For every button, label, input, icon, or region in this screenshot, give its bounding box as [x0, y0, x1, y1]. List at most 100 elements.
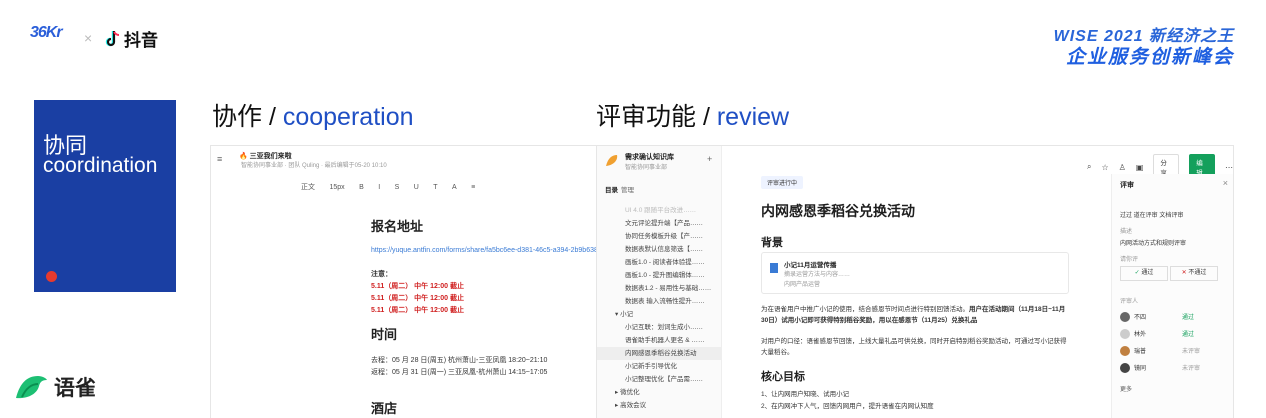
desc-text: 内网活动方式和规则评审	[1120, 241, 1187, 247]
toolbar-underline[interactable]: U	[414, 184, 419, 191]
review-status-tag: 评审进行中	[761, 176, 804, 189]
tree-item[interactable]: 小记新手引导优化	[597, 360, 721, 373]
reviewer-row: 瑞普 未评审	[1120, 342, 1226, 359]
toolbar-font-color[interactable]: T	[433, 184, 437, 191]
tree-item[interactable]: UI 4.0 跟随平台改进……	[597, 204, 721, 217]
user-icon[interactable]: ♙	[1119, 163, 1126, 172]
kb-bird-icon	[605, 153, 619, 167]
pass-button[interactable]: ✓ 通过	[1120, 266, 1168, 281]
tree-item[interactable]: 协同任务模板升级【产……	[597, 230, 721, 243]
kb-sidebar: 需求确认知识库 智能协同事业部 + 目录 管理 UI 4.0 跟随平台改进…… …	[597, 146, 722, 418]
tree-item[interactable]: 文元评论提升端【产品……	[597, 217, 721, 230]
desc-label: 描述	[1120, 229, 1133, 235]
tree-folder[interactable]: ▸ 高效会议	[597, 399, 721, 412]
tree-item[interactable]: 小记整理优化【产品需……	[597, 373, 721, 386]
toolbar-italic[interactable]: I	[378, 184, 380, 191]
reviewer-row: 林外 通过	[1120, 325, 1226, 342]
reviewer-list: 不四 通过 林外 通过 瑞普 未评审 镜同 未评审	[1120, 308, 1226, 376]
tree-item[interactable]: 画板1.0 - 提升图编辑体……	[597, 269, 721, 282]
reviewers-label: 评审人	[1120, 299, 1139, 305]
card-sub: 内网产品运营	[784, 282, 821, 288]
section-title-cooperation: 协作 / cooperation	[212, 97, 414, 133]
wise-subtitle: 企业服务创新峰会	[1065, 47, 1234, 68]
36kr-logo: 36Kr	[30, 24, 63, 41]
review-panel: 评审 × 过过 道在评审 文档评审 描述 内网活动方式和规则评审 请你评 ✓ 通…	[1111, 174, 1233, 418]
card-title: 小记11月运营传播	[784, 262, 837, 269]
editor-screenshot: ≡ 🔥 三亚我们来啦 智能协同事业部 · 团队 Quling · 最后编辑于05…	[211, 146, 601, 418]
deadline-line: 5.11（周二） 中午 12:00 截止	[371, 295, 464, 302]
tree-item-selected[interactable]: 内网感恩季稻谷兑换活动	[597, 347, 721, 360]
avatar	[1120, 345, 1130, 356]
doc-heading-time: 时间	[371, 327, 398, 342]
reviewer-row: 镜同 未评审	[1120, 359, 1226, 376]
douyin-logo: 抖音	[104, 26, 158, 51]
heading-background: 背景	[761, 237, 783, 249]
star-icon[interactable]: ☆	[1101, 163, 1108, 172]
tree-folder[interactable]: ▸ 微优化	[597, 386, 721, 399]
toolbar-bold[interactable]: B	[359, 184, 364, 191]
doc-title: 内网感恩季稻谷兑换活动	[761, 203, 915, 219]
avatar	[1120, 362, 1130, 373]
kb-title[interactable]: 需求确认知识库	[625, 152, 674, 162]
tab-manage[interactable]: 管理	[621, 184, 634, 194]
avatar	[1120, 328, 1130, 339]
section-title-cn: 评审功能 /	[596, 103, 717, 131]
note-label: 注意：	[371, 271, 392, 278]
goal-2: 2、在内网冲下人气，回馈内网用户，提升语雀在内网认知度	[761, 403, 934, 410]
editor-toolbar: 正文 15px B I S U T A ≡	[301, 176, 485, 194]
doc-icon	[770, 263, 778, 273]
more-link[interactable]: 更多	[1120, 384, 1132, 393]
doc-heading-signup: 报名地址	[371, 219, 424, 234]
kb-tree: UI 4.0 跟随平台改进…… 文元评论提升端【产品…… 协同任务模板升级【产……	[597, 204, 721, 412]
doc-heading-hotel: 酒店	[371, 401, 398, 416]
trip-return: 返程：05 月 31 日(周一) 三亚凤凰-杭州萧山 14:15~17:05	[371, 369, 548, 376]
douyin-icon	[105, 30, 120, 46]
toolbar-size[interactable]: 15px	[329, 184, 344, 191]
paragraph-2: 对用户的口径：语雀感恩节回馈，上线大量礼品可供兑换，同时开启特别稻谷奖励活动，可…	[761, 338, 1067, 356]
tree-folder[interactable]: ▾ 小记	[597, 308, 721, 321]
bookmark-icon[interactable]: ▣	[1136, 163, 1144, 172]
more-icon[interactable]: ⋯	[1225, 163, 1233, 172]
tree-item[interactable]: 小记互联：划词生成小……	[597, 321, 721, 334]
avatar	[1120, 311, 1130, 322]
card-desc: 摘录运营方法与内容……	[784, 272, 851, 278]
kb-subtitle: 智能协同事业部	[625, 165, 668, 171]
section-title-cn: 协作 /	[212, 103, 283, 131]
section-title-en: review	[716, 103, 790, 131]
card-dot	[46, 271, 57, 282]
menu-icon[interactable]: ≡	[217, 154, 222, 164]
toolbar-strike[interactable]: S	[395, 184, 400, 191]
yuque-bird-icon	[16, 376, 47, 399]
review-panel-title: 评审	[1120, 182, 1134, 189]
deadline-line: 5.11（周二） 中午 12:00 截止	[371, 283, 464, 290]
deadline-line: 5.11（周二） 中午 12:00 截止	[371, 307, 464, 314]
yuque-logo: 语雀	[14, 372, 96, 402]
tree-item[interactable]: 画板1.0 - 阅读者体验提……	[597, 256, 721, 269]
add-icon[interactable]: +	[707, 154, 712, 164]
doc-subtitle: 智能协同事业部 · 团队 Quling · 最后编辑于05-20 10:10	[241, 163, 387, 169]
tree-item[interactable]: 语雀助手机器人更名 & ……	[597, 334, 721, 347]
signup-link[interactable]: https://yuque.antfin.com/forms/share/fa5…	[371, 247, 598, 254]
tree-item[interactable]: 数据表 输入流畅性提升……	[597, 295, 721, 308]
card-title-en: coordination	[43, 154, 158, 177]
paragraph-1: 为在语雀用户中推广小记的使用，结合感恩节时间点进行特别回馈活动。用户在活动期间（…	[761, 306, 1066, 324]
toolbar-style[interactable]: 正文	[301, 182, 315, 192]
review-summary: 过过 道在评审 文档评审	[1120, 213, 1184, 219]
toolbar-align[interactable]: ≡	[471, 184, 475, 191]
opinion-label: 请你评	[1120, 257, 1139, 263]
embedded-card[interactable]: 小记11月运营传播 摘录运营方法与内容…… 内网产品运营	[761, 252, 1069, 294]
toolbar-highlight[interactable]: A	[452, 184, 457, 191]
tab-directory[interactable]: 目录	[605, 184, 618, 194]
times-separator: ×	[84, 30, 93, 46]
goal-1: 1、让内网用户知晓、试用小记	[761, 391, 850, 398]
reviewer-row: 不四 通过	[1120, 308, 1226, 325]
reject-button[interactable]: ✕ 不通过	[1170, 266, 1218, 281]
section-title-en: cooperation	[282, 103, 414, 131]
tree-item[interactable]: 数据表默认信息筛选【……	[597, 243, 721, 256]
review-screenshot: 需求确认知识库 智能协同事业部 + 目录 管理 UI 4.0 跟随平台改进…… …	[597, 146, 1233, 418]
search-icon[interactable]: ⌕	[1087, 162, 1091, 172]
yuque-label: 语雀	[54, 377, 96, 400]
trip-outbound: 去程：05 月 28 日(周五) 杭州萧山-三亚凤凰 18:20~21:10	[371, 357, 548, 364]
close-icon[interactable]: ×	[1223, 178, 1228, 188]
tree-item[interactable]: 数据表1.2 - 易用性与基础……	[597, 282, 721, 295]
